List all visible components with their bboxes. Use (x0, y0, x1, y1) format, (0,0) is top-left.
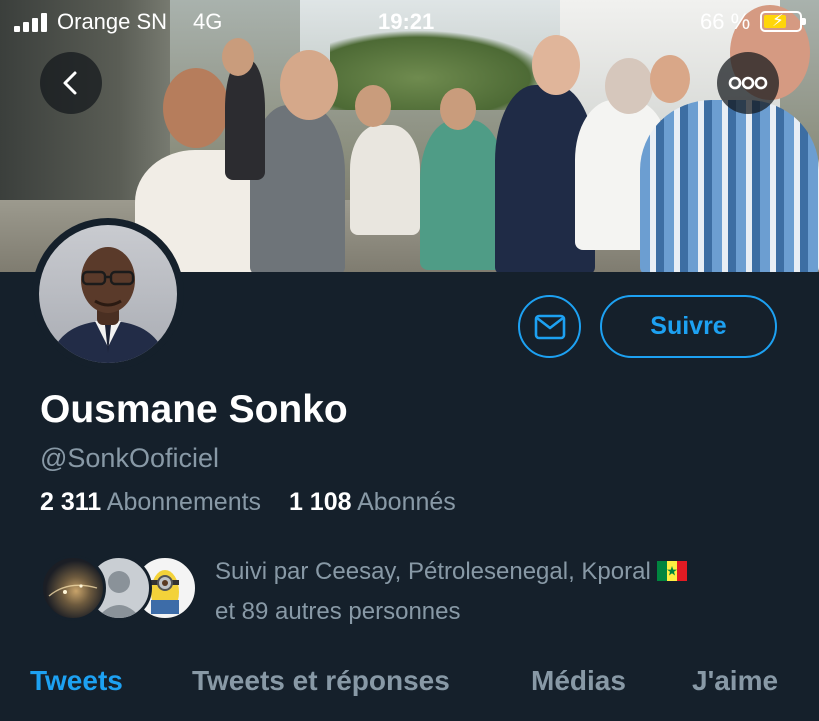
follow-button[interactable]: Suivre (600, 295, 777, 358)
following-label: Abonnements (106, 488, 262, 516)
profile-avatar[interactable] (32, 218, 184, 370)
following-count: 2 311 (40, 488, 102, 516)
charging-bolt-icon: ⚡ (772, 11, 784, 30)
tab-likes[interactable]: J'aime (692, 665, 778, 697)
follow-counts: 2 311 Abonnements 1 108 Abonnés (40, 488, 456, 517)
profile-tabs: Tweets Tweets et réponses Médias J'aime (0, 655, 819, 721)
followed-by-line2: et 89 autres personnes (215, 598, 461, 625)
back-button[interactable] (40, 52, 102, 114)
followers-label: Abonnés (357, 488, 456, 516)
chevron-left-icon (63, 71, 77, 95)
status-time: 19:21 (378, 9, 435, 34)
tab-media[interactable]: Médias (531, 665, 626, 697)
carrier-name: Orange SN (57, 9, 168, 34)
profile-handle: @SonkOoficiel (40, 443, 219, 473)
tab-tweets-and-replies[interactable]: Tweets et réponses (192, 665, 450, 697)
following-link[interactable]: 2 311 Abonnements (40, 488, 268, 516)
status-bar: Orange SN 4G 19:21 66 % ⚡ (0, 0, 819, 44)
signal-strength-icon (14, 12, 50, 32)
profile-name: Ousmane Sonko (40, 388, 348, 431)
network-type: 4G (193, 9, 223, 34)
message-button[interactable] (518, 295, 581, 358)
avatar-photo (39, 225, 177, 363)
mail-icon (534, 314, 565, 339)
senegal-flag-icon (657, 561, 688, 581)
battery-icon: ⚡ (760, 11, 806, 32)
followed-by-text[interactable]: Suivi par Ceesay, Pétrolesenegal, Kporal… (215, 552, 688, 632)
follower-avatar (40, 555, 106, 621)
followed-by-avatars[interactable] (40, 555, 200, 625)
followed-by-line1: Suivi par Ceesay, Pétrolesenegal, Kporal (215, 558, 651, 585)
more-horizontal-icon (728, 76, 768, 90)
followers-link[interactable]: 1 108 Abonnés (289, 488, 456, 516)
battery-percent: 66 % (700, 9, 751, 34)
tab-tweets[interactable]: Tweets (30, 665, 123, 697)
followers-count: 1 108 (288, 488, 352, 516)
more-options-button[interactable] (717, 52, 779, 114)
